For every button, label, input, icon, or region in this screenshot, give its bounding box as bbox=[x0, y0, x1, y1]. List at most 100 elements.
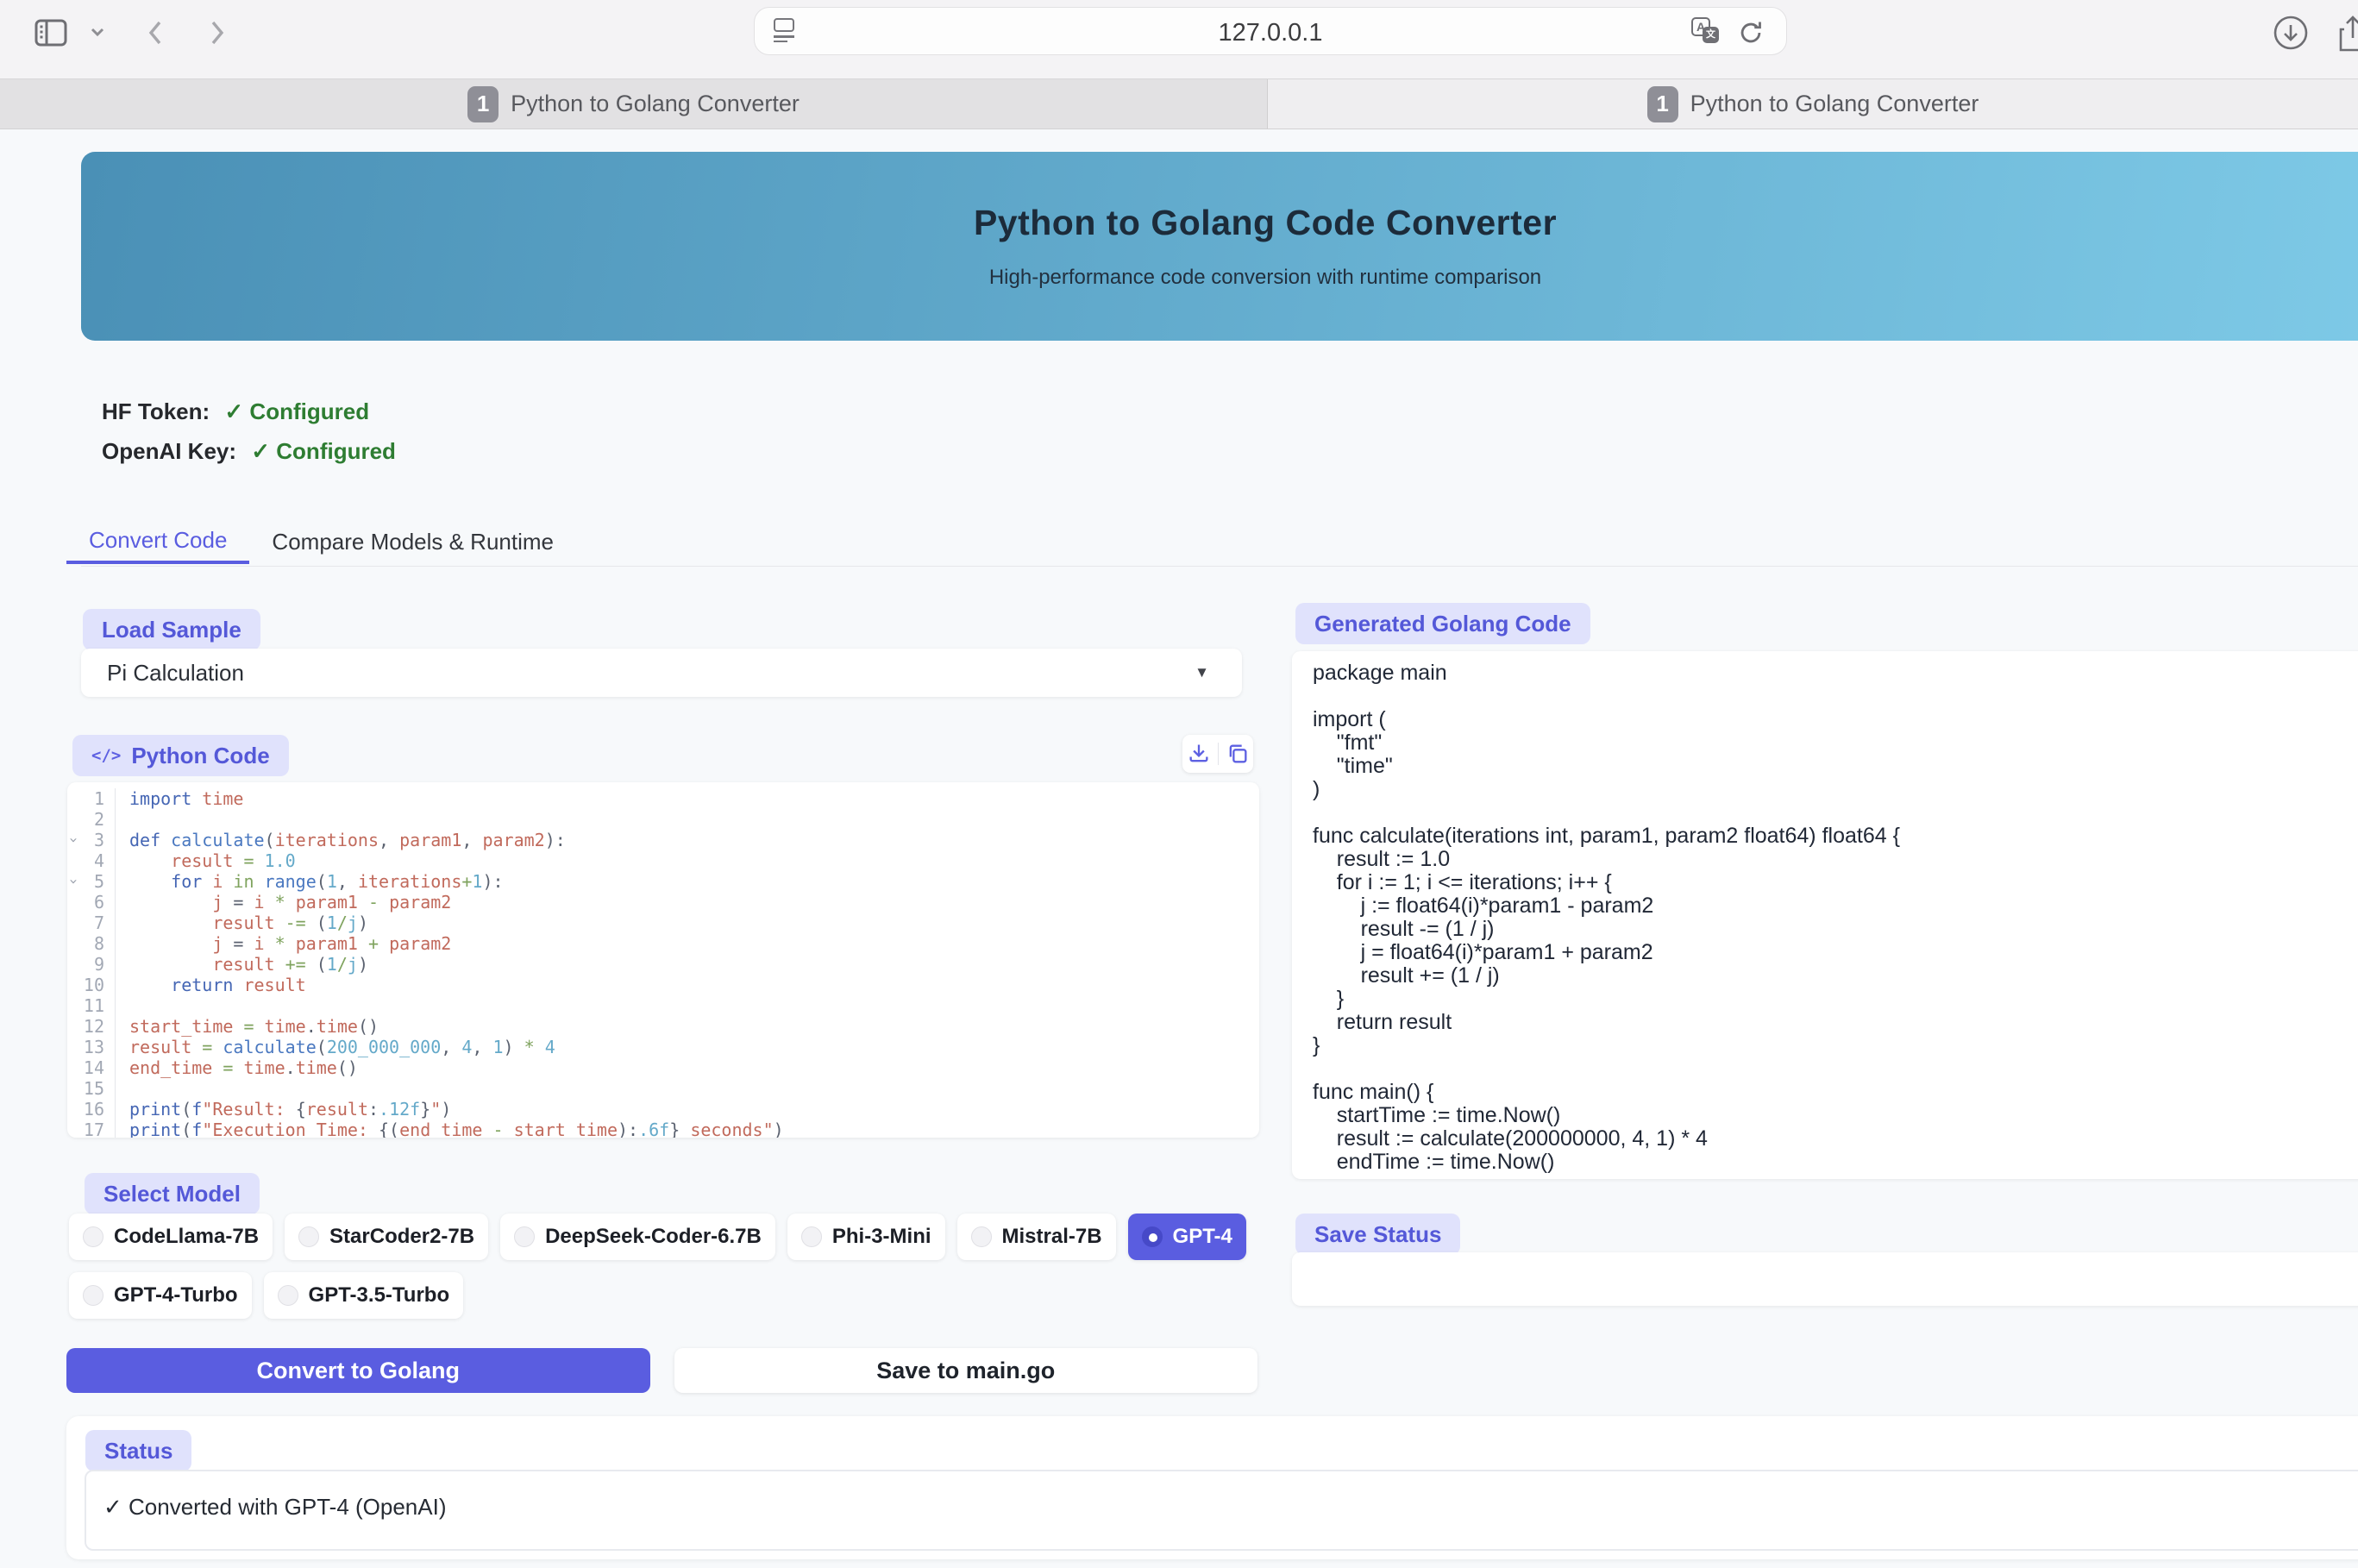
line-number: 5› bbox=[67, 871, 116, 892]
code-text: result += (1/j) bbox=[116, 954, 368, 975]
code-text: for i in range(1, iterations+1): bbox=[116, 871, 504, 892]
model-radio-deepseek-coder-6.7b[interactable]: DeepSeek-Coder-6.7B bbox=[500, 1214, 775, 1260]
code-text: j = i * param1 + param2 bbox=[116, 933, 451, 954]
model-radio-gpt-4[interactable]: GPT-4 bbox=[1128, 1214, 1246, 1260]
save-status-badge: Save Status bbox=[1295, 1214, 1460, 1255]
line-number: 9 bbox=[67, 954, 116, 975]
save-button[interactable]: Save to main.go bbox=[674, 1348, 1258, 1393]
line-number: 14 bbox=[67, 1057, 116, 1078]
model-radio-gpt-3.5-turbo[interactable]: GPT-3.5-Turbo bbox=[264, 1272, 464, 1319]
python-code-label: Python Code bbox=[131, 743, 269, 769]
status-section: Status ✓ Converted with GPT-4 (OpenAI) bbox=[66, 1416, 2358, 1559]
golang-code-output[interactable]: package main import ( "fmt" "time") func… bbox=[1292, 651, 2358, 1179]
model-label: Phi-3-Mini bbox=[832, 1225, 931, 1249]
fold-chevron-icon[interactable]: › bbox=[67, 877, 84, 886]
copy-code-icon[interactable] bbox=[1226, 742, 1250, 766]
sample-select[interactable]: Pi Calculation ▼ bbox=[81, 649, 1242, 697]
radio-icon[interactable] bbox=[971, 1226, 992, 1247]
model-label: DeepSeek-Coder-6.7B bbox=[545, 1225, 762, 1249]
model-label: GPT-4-Turbo bbox=[114, 1283, 238, 1308]
share-icon[interactable] bbox=[2336, 14, 2358, 55]
model-label: Mistral-7B bbox=[1002, 1225, 1102, 1249]
golang-code-line: result += (1 / j) bbox=[1313, 964, 2358, 988]
line-number: 2 bbox=[67, 809, 116, 830]
status-output: ✓ Converted with GPT-4 (OpenAI) bbox=[85, 1470, 2358, 1551]
download-code-icon[interactable] bbox=[1187, 742, 1211, 766]
golang-code-line: for i := 1; i <= iterations; i++ { bbox=[1313, 871, 2358, 894]
radio-icon[interactable] bbox=[278, 1285, 298, 1306]
editor-toolbar bbox=[1182, 735, 1253, 773]
url-text[interactable]: 127.0.0.1 bbox=[755, 19, 1786, 47]
tab-strip: 1 Python to Golang Converter 1 Python to… bbox=[0, 79, 2358, 129]
python-code-editor[interactable]: 1import time23›def calculate(iterations,… bbox=[67, 782, 1259, 1138]
toolbar-divider bbox=[1218, 743, 1219, 765]
python-code-line: 2 bbox=[67, 809, 1259, 830]
golang-code-line: result := calculate(200000000, 4, 1) * 4 bbox=[1313, 1127, 2358, 1151]
golang-code-line: import ( bbox=[1313, 708, 2358, 731]
golang-code-line: package main bbox=[1313, 662, 2358, 685]
model-label: GPT-4 bbox=[1173, 1225, 1232, 1249]
tab-title: Python to Golang Converter bbox=[511, 91, 800, 117]
golang-code-line bbox=[1313, 801, 2358, 825]
golang-code-line: } bbox=[1313, 1034, 2358, 1057]
browser-tab-2[interactable]: 1 Python to Golang Converter bbox=[1268, 79, 2358, 129]
model-radio-codellama-7b[interactable]: CodeLlama-7B bbox=[69, 1214, 273, 1260]
select-model-badge: Select Model bbox=[85, 1173, 260, 1214]
line-number: 4 bbox=[67, 850, 116, 871]
radio-icon[interactable] bbox=[1142, 1226, 1163, 1247]
python-code-line: 8 j = i * param1 + param2 bbox=[67, 933, 1259, 954]
forward-button-icon[interactable] bbox=[205, 16, 229, 50]
tabs-divider bbox=[81, 566, 2358, 567]
sidebar-menu-chevron-icon[interactable] bbox=[90, 26, 105, 38]
main-tabs: Convert Code Compare Models & Runtime bbox=[66, 519, 576, 568]
radio-icon[interactable] bbox=[83, 1226, 103, 1247]
downloads-icon[interactable] bbox=[2272, 14, 2310, 52]
browser-tab-1[interactable]: 1 Python to Golang Converter bbox=[0, 79, 1268, 129]
golang-code-line: "fmt" bbox=[1313, 731, 2358, 755]
radio-icon[interactable] bbox=[298, 1226, 319, 1247]
python-code-line: 13result = calculate(200_000_000, 4, 1) … bbox=[67, 1037, 1259, 1057]
golang-code-line: ) bbox=[1313, 778, 2358, 801]
openai-key-value: ✓ Configured bbox=[251, 438, 396, 464]
back-button-icon[interactable] bbox=[143, 16, 167, 50]
line-number: 3› bbox=[67, 830, 116, 850]
radio-icon[interactable] bbox=[83, 1285, 103, 1306]
fold-chevron-icon[interactable]: › bbox=[67, 836, 84, 844]
radio-icon[interactable] bbox=[801, 1226, 822, 1247]
reload-icon[interactable] bbox=[1736, 18, 1765, 47]
code-text bbox=[116, 1078, 129, 1099]
python-code-line: 11 bbox=[67, 995, 1259, 1016]
code-text: result -= (1/j) bbox=[116, 913, 368, 933]
model-label: GPT-3.5-Turbo bbox=[309, 1283, 450, 1308]
translate-icon[interactable]: A文 bbox=[1691, 17, 1722, 47]
tab-title: Python to Golang Converter bbox=[1690, 91, 1979, 117]
python-code-line: 1import time bbox=[67, 788, 1259, 809]
line-number: 17 bbox=[67, 1120, 116, 1138]
model-radio-phi-3-mini[interactable]: Phi-3-Mini bbox=[787, 1214, 945, 1260]
hf-token-status: HF Token: ✓ Configured bbox=[102, 398, 369, 425]
tab-convert-code[interactable]: Convert Code bbox=[66, 519, 249, 564]
line-number: 11 bbox=[67, 995, 116, 1016]
model-label: CodeLlama-7B bbox=[114, 1225, 259, 1249]
python-code-line: 7 result -= (1/j) bbox=[67, 913, 1259, 933]
python-code-badge: </> Python Code bbox=[72, 735, 289, 776]
code-text: result = 1.0 bbox=[116, 850, 296, 871]
convert-button[interactable]: Convert to Golang bbox=[66, 1348, 650, 1393]
model-radio-gpt-4-turbo[interactable]: GPT-4-Turbo bbox=[69, 1272, 252, 1319]
radio-icon[interactable] bbox=[514, 1226, 535, 1247]
load-sample-badge: Load Sample bbox=[83, 609, 260, 650]
page-subtitle: High-performance code conversion with ru… bbox=[989, 266, 1541, 290]
tab-compare-models[interactable]: Compare Models & Runtime bbox=[249, 519, 576, 564]
model-radio-starcoder2-7b[interactable]: StarCoder2-7B bbox=[285, 1214, 488, 1260]
golang-code-line: return result bbox=[1313, 1011, 2358, 1034]
line-number: 12 bbox=[67, 1016, 116, 1037]
sidebar-toggle-icon[interactable] bbox=[33, 16, 69, 50]
code-text bbox=[116, 809, 129, 830]
model-radio-mistral-7b[interactable]: Mistral-7B bbox=[957, 1214, 1116, 1260]
address-bar[interactable]: 127.0.0.1 A文 bbox=[754, 7, 1787, 55]
golang-code-line bbox=[1313, 1057, 2358, 1081]
python-code-line: 12start_time = time.time() bbox=[67, 1016, 1259, 1037]
openai-key-status: OpenAI Key: ✓ Configured bbox=[102, 438, 396, 465]
code-text: end_time = time.time() bbox=[116, 1057, 358, 1078]
line-number: 6 bbox=[67, 892, 116, 913]
